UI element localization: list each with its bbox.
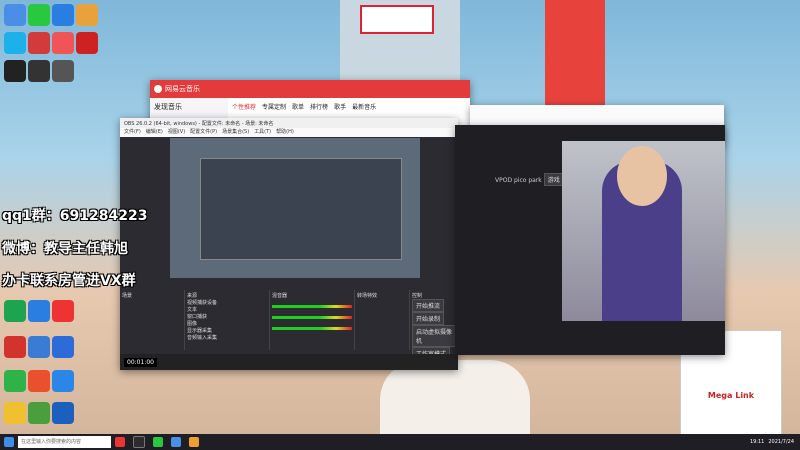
- desktop-icon[interactable]: [28, 32, 50, 54]
- controls-title: 控制: [412, 293, 423, 299]
- obs-preview[interactable]: [170, 138, 420, 278]
- obs-statusbar: 00:01:00: [120, 354, 458, 370]
- menu-profile[interactable]: 配置文件(P): [190, 128, 217, 137]
- taskbar-app-icon[interactable]: [189, 437, 199, 447]
- timecode: 00:01:00: [124, 357, 157, 367]
- wallpaper-banner: [545, 0, 605, 110]
- desktop-icon[interactable]: [52, 300, 74, 322]
- desktop-icon[interactable]: [28, 300, 50, 322]
- audio-meter: [272, 316, 352, 319]
- streamer-head: [617, 146, 667, 206]
- clock-time[interactable]: 19:11: [750, 439, 764, 445]
- recruit-text: 办卡联系房管进VX群: [2, 273, 136, 289]
- desktop-icon[interactable]: [28, 4, 50, 26]
- source-item[interactable]: 视频捕获设备: [187, 299, 267, 306]
- obs-menubar: 文件(F) 编辑(E) 视图(V) 配置文件(P) 场景集合(S) 工具(T) …: [120, 128, 458, 137]
- taskbar-app-icon[interactable]: [115, 437, 125, 447]
- desktop-icon[interactable]: [4, 370, 26, 392]
- clock-date[interactable]: 2021/7/24: [768, 439, 794, 445]
- taskbar-app-icon[interactable]: [171, 437, 181, 447]
- menu-edit[interactable]: 编辑(E): [146, 128, 163, 137]
- start-icon[interactable]: [4, 437, 14, 447]
- desktop-icon[interactable]: [76, 32, 98, 54]
- camera-title: VPOD pico park: [495, 177, 542, 184]
- desktop-icon[interactable]: [4, 60, 26, 82]
- desktop-icon[interactable]: [4, 300, 26, 322]
- webcam-feed: [562, 141, 725, 321]
- desktop-icon[interactable]: [52, 370, 74, 392]
- menu-help[interactable]: 帮助(H): [276, 128, 294, 137]
- source-item[interactable]: 图像: [187, 320, 267, 327]
- scenes-title: 场景: [122, 293, 133, 299]
- obs-titlebar[interactable]: OBS 26.0.2 (64-bit, windows) - 配置文件: 未命名…: [120, 118, 458, 128]
- desktop-icon[interactable]: [28, 60, 50, 82]
- source-item[interactable]: 显示器采集: [187, 327, 267, 334]
- audio-meter: [272, 327, 352, 330]
- desktop-icon[interactable]: [4, 402, 26, 424]
- desktop-icon[interactable]: [28, 370, 50, 392]
- taskbar: 在这里输入你要搜索的内容 19:11 2021/7/24: [0, 434, 800, 450]
- search-box[interactable]: 在这里输入你要搜索的内容: [18, 436, 111, 448]
- source-item[interactable]: 音频输入采集: [187, 334, 267, 341]
- virtual-camera-button[interactable]: 启动虚拟摄像机: [412, 325, 456, 347]
- music-logo-icon: [154, 85, 162, 93]
- nested-preview: [200, 158, 402, 260]
- menu-scene-collection[interactable]: 场景集合(S): [222, 128, 249, 137]
- camera-panel-header: VPOD pico park 游戏: [495, 173, 564, 186]
- sources-title: 来源: [187, 293, 198, 299]
- desktop-icon[interactable]: [52, 4, 74, 26]
- music-titlebar[interactable]: 网易云音乐: [150, 80, 470, 98]
- poster-text: Mega Link: [707, 391, 755, 400]
- transitions-title: 转场特效: [357, 293, 378, 299]
- camera-panel[interactable]: VPOD pico park 游戏: [455, 125, 725, 355]
- start-stream-button[interactable]: 开始推流: [412, 299, 445, 312]
- desktop-icon[interactable]: [76, 4, 98, 26]
- menu-tools[interactable]: 工具(T): [254, 128, 271, 137]
- obs-docks: 场景 来源 视频捕获设备 文本 窗口捕获 图像 显示器采集 音频输入采集 混音器…: [120, 290, 458, 370]
- desktop-icon[interactable]: [52, 402, 74, 424]
- audio-meter: [272, 305, 352, 308]
- camera-tag: 游戏: [543, 173, 564, 186]
- desktop-icon[interactable]: [52, 336, 74, 358]
- music-sidebar-title[interactable]: 发现音乐: [154, 102, 224, 112]
- desktop-icon[interactable]: [4, 4, 26, 26]
- wallpaper-character: [380, 360, 530, 434]
- menu-view[interactable]: 视图(V): [168, 128, 185, 137]
- weibo-text: 微博：教导主任韩旭: [2, 241, 128, 257]
- wallpaper-sign: [360, 5, 434, 34]
- taskbar-app-icon[interactable]: [153, 437, 163, 447]
- sources-panel: 来源 视频捕获设备 文本 窗口捕获 图像 显示器采集 音频输入采集: [185, 290, 270, 350]
- music-logo: 网易云音乐: [165, 85, 200, 93]
- obs-title: OBS 26.0.2 (64-bit, windows) - 配置文件: 未命名…: [124, 120, 274, 127]
- mixer-panel: 混音器: [270, 290, 355, 350]
- obs-window[interactable]: OBS 26.0.2 (64-bit, windows) - 配置文件: 未命名…: [120, 118, 458, 370]
- qq-group-text: qq1群：691284223: [2, 208, 148, 224]
- transitions-panel: 转场特效: [355, 290, 410, 350]
- desktop-icon[interactable]: [28, 336, 50, 358]
- taskbar-app-icon[interactable]: [133, 436, 145, 448]
- desktop-icon[interactable]: [4, 32, 26, 54]
- desktop-icon[interactable]: [52, 32, 74, 54]
- start-record-button[interactable]: 开始录制: [412, 312, 445, 325]
- menu-file[interactable]: 文件(F): [124, 128, 141, 137]
- source-item[interactable]: 窗口捕获: [187, 313, 267, 320]
- scenes-panel: 场景: [120, 290, 185, 350]
- source-item[interactable]: 文本: [187, 306, 267, 313]
- controls-panel: 控制 开始推流 开始录制 启动虚拟摄像机 工作室模式 设置 退出: [410, 290, 458, 370]
- desktop-icon[interactable]: [4, 336, 26, 358]
- desktop-icon[interactable]: [28, 402, 50, 424]
- mixer-title: 混音器: [272, 293, 288, 299]
- desktop-icon[interactable]: [52, 60, 74, 82]
